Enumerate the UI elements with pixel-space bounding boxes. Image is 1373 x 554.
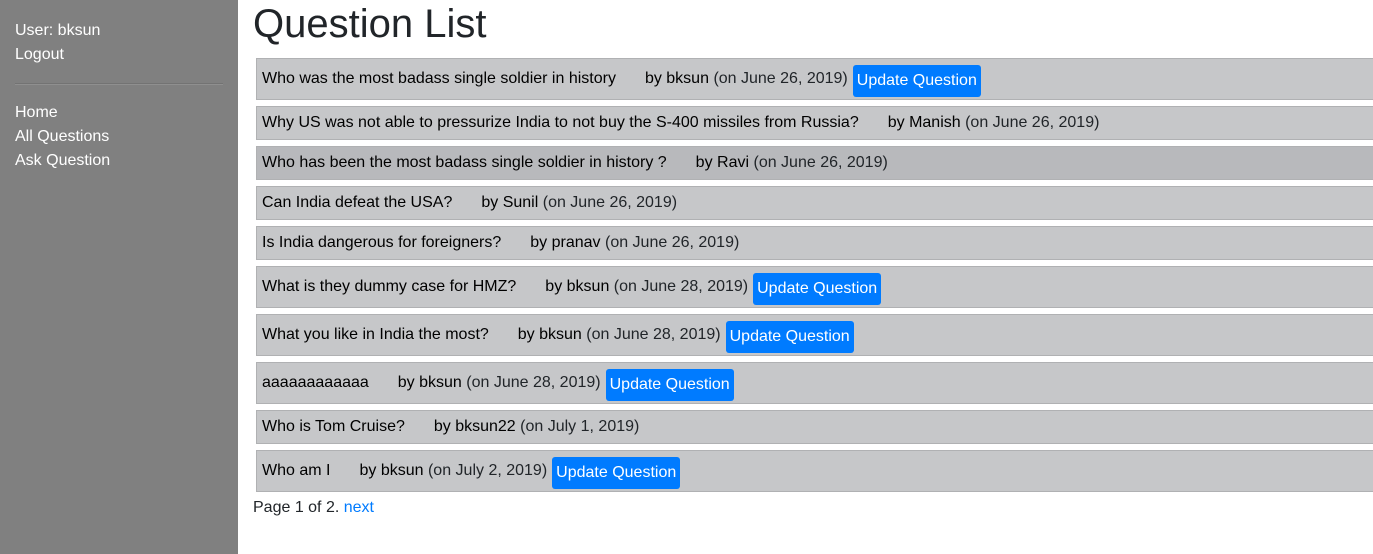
question-title[interactable]: aaaaaaaaaaaa [262, 374, 369, 392]
question-row: Who was the most badass single soldier i… [256, 58, 1373, 100]
question-date: (on June 26, 2019) [604, 234, 740, 251]
question-meta: by Ravi (on June 26, 2019) [696, 154, 888, 172]
question-meta: by bksun22 (on July 1, 2019) [434, 418, 639, 436]
question-date: (on June 28, 2019) [466, 374, 601, 391]
question-row: What you like in India the most? by bksu… [256, 314, 1373, 356]
update-question-button[interactable]: Update Question [753, 272, 882, 305]
question-title[interactable]: Who was the most badass single soldier i… [262, 70, 616, 88]
update-question-button[interactable]: Update Question [852, 64, 981, 97]
question-title[interactable]: Who has been the most badass single sold… [262, 154, 667, 172]
question-row: Can India defeat the USA? by Sunil (on J… [256, 186, 1373, 220]
question-meta: by bksun (on June 28, 2019) [518, 326, 721, 344]
question-row: Why US was not able to pressurize India … [256, 106, 1373, 140]
question-date: (on July 1, 2019) [520, 418, 640, 435]
question-title[interactable]: Can India defeat the USA? [262, 194, 452, 212]
question-date: (on July 2, 2019) [427, 462, 548, 479]
question-title[interactable]: What you like in India the most? [262, 326, 489, 344]
question-meta: by Manish (on June 26, 2019) [888, 114, 1100, 132]
question-title[interactable]: Why US was not able to pressurize India … [262, 114, 859, 132]
question-row: Who is Tom Cruise? by bksun22 (on July 1… [256, 410, 1373, 444]
main-content: Question List Who was the most badass si… [253, 0, 1373, 516]
question-title[interactable]: Who am I [262, 462, 330, 480]
pagination: Page 1 of 2. next [253, 497, 374, 519]
update-question-button[interactable]: Update Question [605, 368, 734, 401]
question-date: (on June 28, 2019) [586, 326, 721, 343]
question-date: (on June 26, 2019) [542, 194, 678, 211]
question-date: (on June 28, 2019) [613, 278, 749, 295]
logout-link[interactable]: Logout [15, 43, 223, 67]
question-author: by bksun [545, 278, 610, 295]
nav-all-questions-link[interactable]: All Questions [15, 125, 223, 149]
question-meta: by bksun (on June 28, 2019) [545, 278, 748, 296]
update-question-button[interactable]: Update Question [552, 456, 681, 489]
question-author: by Sunil [481, 194, 539, 211]
question-date: (on June 26, 2019) [753, 154, 888, 171]
question-date: (on June 26, 2019) [713, 70, 848, 87]
question-meta: by bksun (on July 2, 2019) [359, 462, 547, 480]
question-title[interactable]: What is they dummy case for HMZ? [262, 278, 516, 296]
question-author: by pranav [530, 234, 601, 251]
question-meta: by bksun (on June 26, 2019) [645, 70, 848, 88]
question-author: by Manish [887, 114, 961, 131]
question-author: by bksun [397, 374, 462, 391]
question-author: by bksun [517, 326, 582, 343]
question-row: Who has been the most badass single sold… [256, 146, 1373, 180]
question-row: aaaaaaaaaaaa by bksun (on June 28, 2019)… [256, 362, 1373, 404]
question-row: What is they dummy case for HMZ? by bksu… [256, 266, 1373, 308]
question-title[interactable]: Is India dangerous for foreigners? [262, 234, 501, 252]
question-author: by Ravi [695, 154, 750, 171]
question-row: Is India dangerous for foreigners? by pr… [256, 226, 1373, 260]
update-question-button[interactable]: Update Question [725, 320, 854, 353]
nav-ask-question-link[interactable]: Ask Question [15, 149, 223, 173]
question-date: (on June 26, 2019) [965, 114, 1100, 131]
page-title: Question List [253, 2, 487, 46]
sidebar-divider [15, 83, 223, 85]
question-meta: by Sunil (on June 26, 2019) [481, 194, 677, 212]
next-page-link[interactable]: next [344, 499, 374, 516]
question-author: by bksun [359, 462, 424, 479]
question-meta: by bksun (on June 28, 2019) [398, 374, 601, 392]
question-author: by bksun22 [433, 418, 516, 435]
question-meta: by pranav (on June 26, 2019) [530, 234, 739, 252]
question-title[interactable]: Who is Tom Cruise? [262, 418, 405, 436]
nav-home-link[interactable]: Home [15, 101, 223, 125]
question-author: by bksun [644, 70, 709, 87]
question-row: Who am I by bksun (on July 2, 2019) Upda… [256, 450, 1373, 492]
sidebar: User: bksun Logout Home All Questions As… [0, 0, 238, 554]
user-label: User: bksun [15, 22, 101, 39]
page-indicator: Page 1 of 2. [253, 499, 340, 516]
